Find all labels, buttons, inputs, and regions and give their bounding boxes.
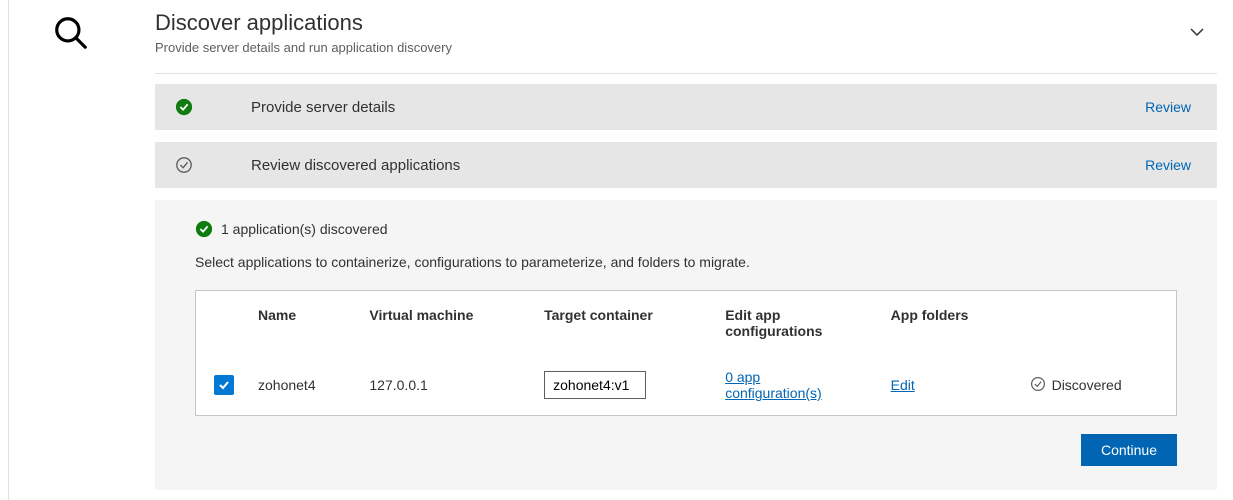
section-step2-title: Review discovered applications — [251, 157, 1145, 174]
check-circle-outline-icon — [1030, 376, 1046, 395]
discovered-summary: 1 application(s) discovered — [221, 221, 388, 237]
continue-button[interactable]: Continue — [1081, 434, 1177, 466]
review-link-step1[interactable]: Review — [1145, 99, 1191, 115]
check-circle-icon — [175, 98, 193, 116]
status-text: Discovered — [1052, 377, 1122, 393]
col-header-name: Name — [246, 291, 357, 355]
cell-vm: 127.0.0.1 — [357, 355, 532, 415]
chevron-down-icon[interactable] — [1187, 22, 1207, 45]
target-container-input[interactable] — [544, 371, 646, 399]
instruction-text: Select applications to containerize, con… — [195, 254, 1177, 270]
check-circle-icon — [195, 220, 213, 238]
section-body: 1 application(s) discovered Select appli… — [155, 200, 1217, 490]
search-icon — [52, 14, 90, 55]
section-step2: Review discovered applications Review — [155, 142, 1217, 188]
col-header-folders: App folders — [879, 291, 1018, 355]
page-subtitle: Provide server details and run applicati… — [155, 40, 1217, 55]
section-step1-title: Provide server details — [251, 99, 1145, 116]
row-checkbox[interactable] — [214, 375, 234, 395]
col-header-editapp: Edit app configurations — [713, 291, 878, 355]
review-link-step2[interactable]: Review — [1145, 157, 1191, 173]
col-header-target: Target container — [532, 291, 713, 355]
col-header-vm: Virtual machine — [357, 291, 532, 355]
cell-name: zohonet4 — [246, 355, 357, 415]
section-step1: Provide server details Review — [155, 84, 1217, 130]
folders-edit-link[interactable]: Edit — [891, 377, 915, 393]
table-row: zohonet4 127.0.0.1 0 app configuration(s… — [196, 355, 1176, 415]
check-circle-outline-icon — [175, 156, 193, 174]
page-title: Discover applications — [155, 10, 1217, 36]
applications-table: Name Virtual machine Target container Ed… — [195, 290, 1177, 416]
app-config-link[interactable]: 0 app configuration(s) — [725, 369, 866, 401]
